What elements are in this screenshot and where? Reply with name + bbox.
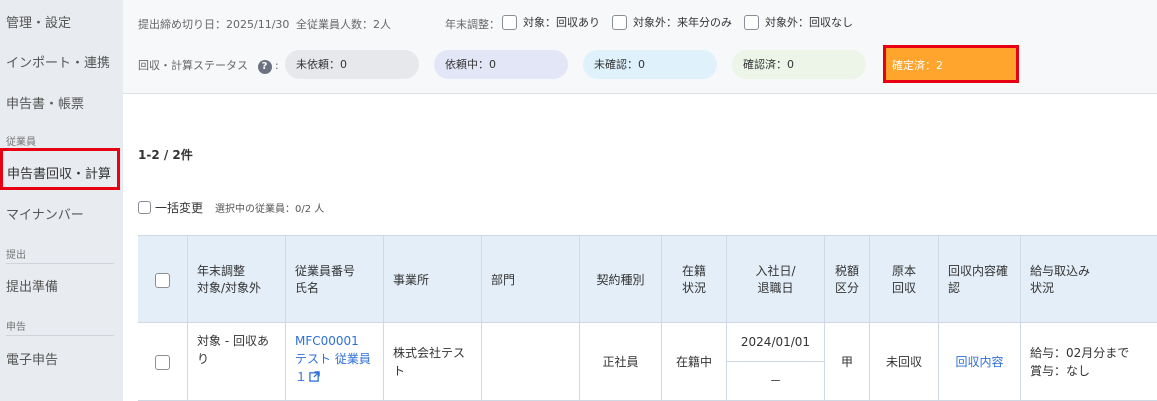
column-header-contract: 契約種別 xyxy=(579,236,661,324)
external-link-icon xyxy=(309,371,320,382)
sidebar-item-settings[interactable]: 管理・設定 xyxy=(6,12,71,31)
checkbox[interactable] xyxy=(612,14,627,30)
column-header-office: 事業所 xyxy=(383,236,481,324)
sidebar-item-efile[interactable]: 電子申告 xyxy=(6,349,58,368)
sidebar-divider xyxy=(6,263,114,264)
cell-payroll: 給与：02月分まで 賞与：なし xyxy=(1020,323,1157,401)
cell-status: 在籍中 xyxy=(661,323,726,401)
select-all-checkbox[interactable] xyxy=(155,272,170,288)
employee-total: 全従業員人数：2人 xyxy=(296,18,391,31)
cell-dates: 2024/01/01 － xyxy=(726,323,825,401)
sidebar-item-prepare[interactable]: 提出準備 xyxy=(6,276,58,295)
status-pill-confirmed[interactable]: 確認済：0 xyxy=(732,50,866,79)
column-header-status: 在籍 状況 xyxy=(661,236,726,324)
header-select-all[interactable] xyxy=(138,236,187,324)
sidebar-section-submit: 提出 xyxy=(6,250,26,261)
column-header-payroll: 給与取込み 状況 xyxy=(1020,236,1157,324)
column-header-original: 原本 回収 xyxy=(869,236,938,324)
help-icon[interactable]: ? xyxy=(257,60,272,74)
sidebar-divider xyxy=(6,335,114,336)
sidebar-section-employee: 従業員 xyxy=(6,137,36,148)
cell-original: 未回収 xyxy=(869,323,938,401)
result-count: 1-2 / 2件 xyxy=(138,148,193,162)
cell-department xyxy=(481,323,579,401)
employee-number[interactable]: MFC00001 xyxy=(295,332,359,350)
row-select[interactable] xyxy=(138,323,187,401)
sidebar-item-mynumber[interactable]: マイナンバー xyxy=(6,204,84,223)
selected-count: 選択中の従業員：0/2 人 xyxy=(215,204,325,215)
bulk-change: 一括変更 選択中の従業員：0/2 人 xyxy=(138,199,324,216)
column-header-dates: 入社日/ 退職日 xyxy=(726,236,824,324)
yearend-label: 年末調整： xyxy=(445,18,500,31)
filter-target-collected[interactable]: 対象：回収あり xyxy=(502,14,600,30)
sidebar-section-report: 申告 xyxy=(6,322,26,333)
sidebar-item-import[interactable]: インポート・連携 xyxy=(6,52,110,71)
filter-not-collected[interactable]: 対象外：回収なし xyxy=(744,14,853,30)
sidebar-item-forms[interactable]: 申告書・帳票 xyxy=(6,93,84,112)
bulk-checkbox[interactable] xyxy=(138,201,151,214)
checkbox[interactable] xyxy=(502,14,517,30)
table-header: 年末調整 対象/対象外 従業員番号 氏名 事業所 部門 契約種別 在籍 状況 入… xyxy=(138,235,1157,324)
employee-name-link[interactable]: テスト 従業員 １ xyxy=(295,350,371,386)
status-pill-finalized[interactable]: 確定済：2 xyxy=(883,45,1019,83)
review-link[interactable]: 回収内容 xyxy=(955,353,1003,371)
column-header-target: 年末調整 対象/対象外 xyxy=(187,236,285,324)
column-header-employee: 従業員番号 氏名 xyxy=(285,236,383,324)
sidebar-item-label: 申告書回収・計算 xyxy=(7,167,112,182)
column-header-department: 部門 xyxy=(481,236,579,324)
table-row: 対象 - 回収あ り MFC00001 テスト 従業員 １ 株式会社テス ト 正… xyxy=(138,323,1157,401)
row-checkbox[interactable] xyxy=(155,354,170,370)
sidebar: 管理・設定 インポート・連携 申告書・帳票 従業員 申告書回収・計算 マイナンバ… xyxy=(0,0,123,401)
checkbox[interactable] xyxy=(744,14,759,30)
sidebar-item-collect-calc[interactable]: 申告書回収・計算 xyxy=(0,148,120,190)
cell-review: 回収内容 xyxy=(938,323,1020,401)
cell-tax: 甲 xyxy=(824,323,869,401)
filter-nextyear-only[interactable]: 対象外：来年分のみ xyxy=(612,14,732,30)
bulk-change-label: 一括変更 xyxy=(155,201,204,215)
status-label: 回収・計算ステータス ? : xyxy=(138,59,279,74)
cell-target: 対象 - 回収あ り xyxy=(187,323,285,401)
status-pill-unconfirmed[interactable]: 未確認：0 xyxy=(583,50,717,79)
column-header-tax: 税額 区分 xyxy=(824,236,869,324)
hire-date: 2024/01/01 xyxy=(726,323,825,362)
status-pill-unrequested[interactable]: 未依頼：0 xyxy=(285,50,419,79)
cell-employee: MFC00001 テスト 従業員 １ xyxy=(285,323,383,401)
status-header: 提出締め切り日：2025/11/30 全従業員人数：2人 年末調整： 対象：回収… xyxy=(123,0,1157,94)
cell-office: 株式会社テス ト xyxy=(383,323,481,401)
retire-date: － xyxy=(769,374,782,388)
cell-contract: 正社員 xyxy=(579,323,661,401)
deadline-text: 提出締め切り日：2025/11/30 xyxy=(138,18,290,31)
column-header-review: 回収内容確 認 xyxy=(938,236,1020,324)
status-pill-requesting[interactable]: 依頼中：0 xyxy=(434,50,568,79)
